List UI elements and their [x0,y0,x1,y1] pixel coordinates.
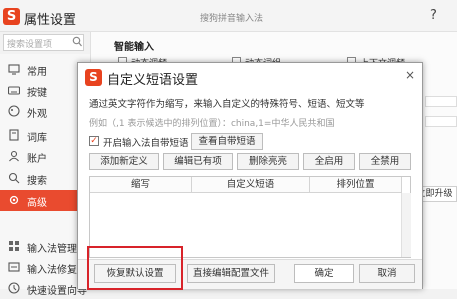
column-header-position[interactable]: 排列位置 [310,177,402,193]
ok-button[interactable]: 确定 [294,264,354,283]
add-definition-button[interactable]: 添加新定义 [89,153,159,170]
sidebar-item-label: 高级 [27,198,47,209]
sidebar-item-label: 常用 [27,67,47,78]
enable-builtin-phrases-checkbox[interactable]: ✓ [89,136,99,146]
column-header-phrase[interactable]: 自定义短语 [192,177,310,193]
restore-defaults-highlight [87,246,183,290]
sidebar-item-label: 账户 [27,154,47,165]
dictionary-icon [9,129,19,141]
gear-icon [9,195,19,205]
section-title: 智能输入 [114,42,154,53]
monitor-icon [8,64,20,75]
search-icon[interactable] [72,36,82,48]
table-scrollbar[interactable] [401,193,411,257]
enable-all-button[interactable]: 全启用 [303,153,355,170]
help-button[interactable]: ? [430,8,437,23]
disable-all-button[interactable]: 全禁用 [359,153,411,170]
window-subtitle: 搜狗拼音输入法 [200,14,264,24]
edit-config-file-button[interactable]: 直接编辑配置文件 [187,264,275,283]
background-field [425,96,457,107]
sidebar-item-label: 外观 [27,109,47,120]
delete-item-button[interactable]: 删除亮亮 [237,153,299,170]
sidebar-item-label: 按键 [27,88,47,99]
sogou-logo-icon: S [3,8,20,25]
column-header-abbreviation[interactable]: 缩写 [90,177,192,193]
view-builtin-phrases-button[interactable]: 查看自带短语 [191,133,263,150]
background-field [425,116,457,127]
close-icon[interactable]: × [405,68,415,82]
wizard-icon [8,282,20,294]
dialog-description: 通过英文字符作为缩写，来输入自定义的特殊符号、短语、短文等 [89,99,365,110]
keyboard-icon [8,86,20,95]
dialog-example: 例如（,1 表示候选中的排列位置）：china,1=中华人民共和国 [89,119,335,129]
sidebar-item-label: 搜索 [27,176,47,187]
edit-item-button[interactable]: 编辑已有项 [163,153,233,170]
custom-phrase-dialog: S 自定义短语设置 × 通过英文字符作为缩写，来输入自定义的特殊符号、短语、短文… [77,62,423,290]
sogou-logo-icon: S [85,69,102,86]
palette-icon [8,105,20,117]
search-icon [8,172,20,184]
cancel-button[interactable]: 取消 [359,264,415,283]
title-bar: S 属性设置 搜狗拼音输入法 ? [0,0,457,32]
repair-icon [8,262,20,272]
dialog-title: 自定义短语设置 [107,73,199,88]
sidebar-item-label: 词库 [27,133,47,144]
user-icon [9,150,19,162]
manager-icon [9,241,19,251]
window-title: 属性设置 [24,13,77,28]
enable-builtin-phrases-label: 开启输入法自带短语 [103,138,189,149]
